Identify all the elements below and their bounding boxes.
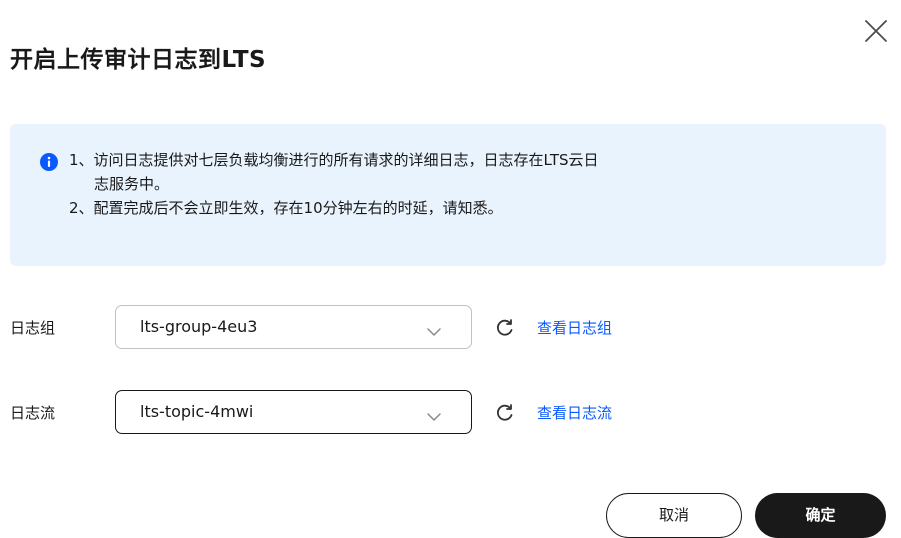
chevron-down-icon	[427, 322, 441, 336]
log-group-label: 日志组	[10, 319, 56, 337]
log-stream-value: lts-topic-4mwi	[140, 402, 254, 421]
dialog-title: 开启上传审计日志到LTS	[10, 47, 267, 73]
info-line-2: 志服务中。	[94, 175, 170, 193]
info-alert: 1、访问日志提供对七层负载均衡进行的所有请求的详细日志，日志存在LTS云日 志服…	[10, 124, 886, 266]
view-log-stream-link[interactable]: 查看日志流	[537, 403, 612, 423]
info-text: 1、访问日志提供对七层负载均衡进行的所有请求的详细日志，日志存在LTS云日 志服…	[69, 148, 849, 220]
chevron-down-icon	[427, 407, 441, 421]
refresh-log-stream-icon[interactable]	[494, 402, 516, 424]
log-group-select[interactable]: lts-group-4eu3	[115, 305, 472, 349]
dialog: 开启上传审计日志到LTS 1、访问日志提供对七层负载均衡进行的所有请求的详细日志…	[0, 0, 901, 538]
info-icon	[40, 153, 58, 171]
log-stream-label: 日志流	[10, 404, 56, 422]
close-icon[interactable]	[861, 16, 891, 46]
info-line-3: 2、配置完成后不会立即生效，存在10分钟左右的时延，请知悉。	[69, 199, 503, 217]
view-log-group-link[interactable]: 查看日志组	[537, 318, 612, 338]
confirm-button[interactable]: 确定	[755, 493, 886, 538]
refresh-log-group-icon[interactable]	[494, 317, 516, 339]
info-line-1: 1、访问日志提供对七层负载均衡进行的所有请求的详细日志，日志存在LTS云日	[69, 151, 599, 169]
cancel-button[interactable]: 取消	[606, 493, 742, 538]
log-stream-select[interactable]: lts-topic-4mwi	[115, 390, 472, 434]
log-group-value: lts-group-4eu3	[140, 317, 258, 336]
